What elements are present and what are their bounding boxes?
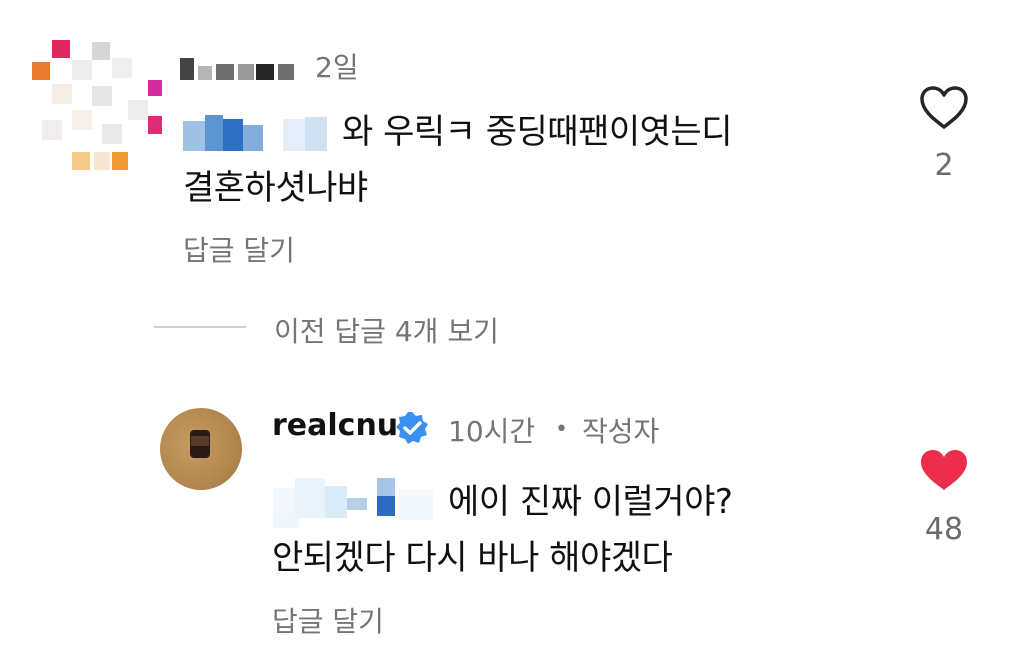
- comment-text: 와 우릭ㅋ 중딩때팬이엿는디: [342, 112, 732, 152]
- heart-filled-icon: [921, 450, 967, 490]
- like-button[interactable]: [918, 85, 970, 131]
- verified-badge-icon: [396, 412, 428, 444]
- comment-text-line2: 결혼하셧나뱌: [183, 168, 368, 208]
- mention-tag[interactable]: [183, 115, 328, 151]
- author-badge: 작성자: [582, 415, 660, 448]
- reply-like-count: 48: [924, 512, 964, 547]
- reply-avatar[interactable]: [160, 408, 242, 490]
- heart-outline-icon: [920, 86, 968, 129]
- view-previous-replies-button[interactable]: 이전 답글 4개 보기: [274, 310, 499, 350]
- replies-divider-line: [154, 326, 246, 328]
- reply-time: 10시간: [448, 415, 536, 448]
- reply-text: 에이 진짜 이럴거야?: [448, 482, 733, 522]
- like-count: 2: [934, 148, 954, 183]
- reply-mention-tag[interactable]: [273, 478, 433, 528]
- reply-reply-button[interactable]: 답글 달기: [272, 600, 384, 640]
- comment-time: 2일: [315, 51, 359, 84]
- username[interactable]: [180, 58, 295, 80]
- separator-dot: •: [555, 417, 568, 442]
- avatar[interactable]: [32, 40, 162, 170]
- reply-text-line2: 안되겠다 다시 바나 해야겠다: [272, 538, 673, 578]
- verified-badge: [394, 410, 430, 446]
- reply-like-button[interactable]: [918, 448, 970, 494]
- reply-button[interactable]: 답글 달기: [183, 229, 295, 269]
- reply-username[interactable]: realcnu: [272, 408, 398, 443]
